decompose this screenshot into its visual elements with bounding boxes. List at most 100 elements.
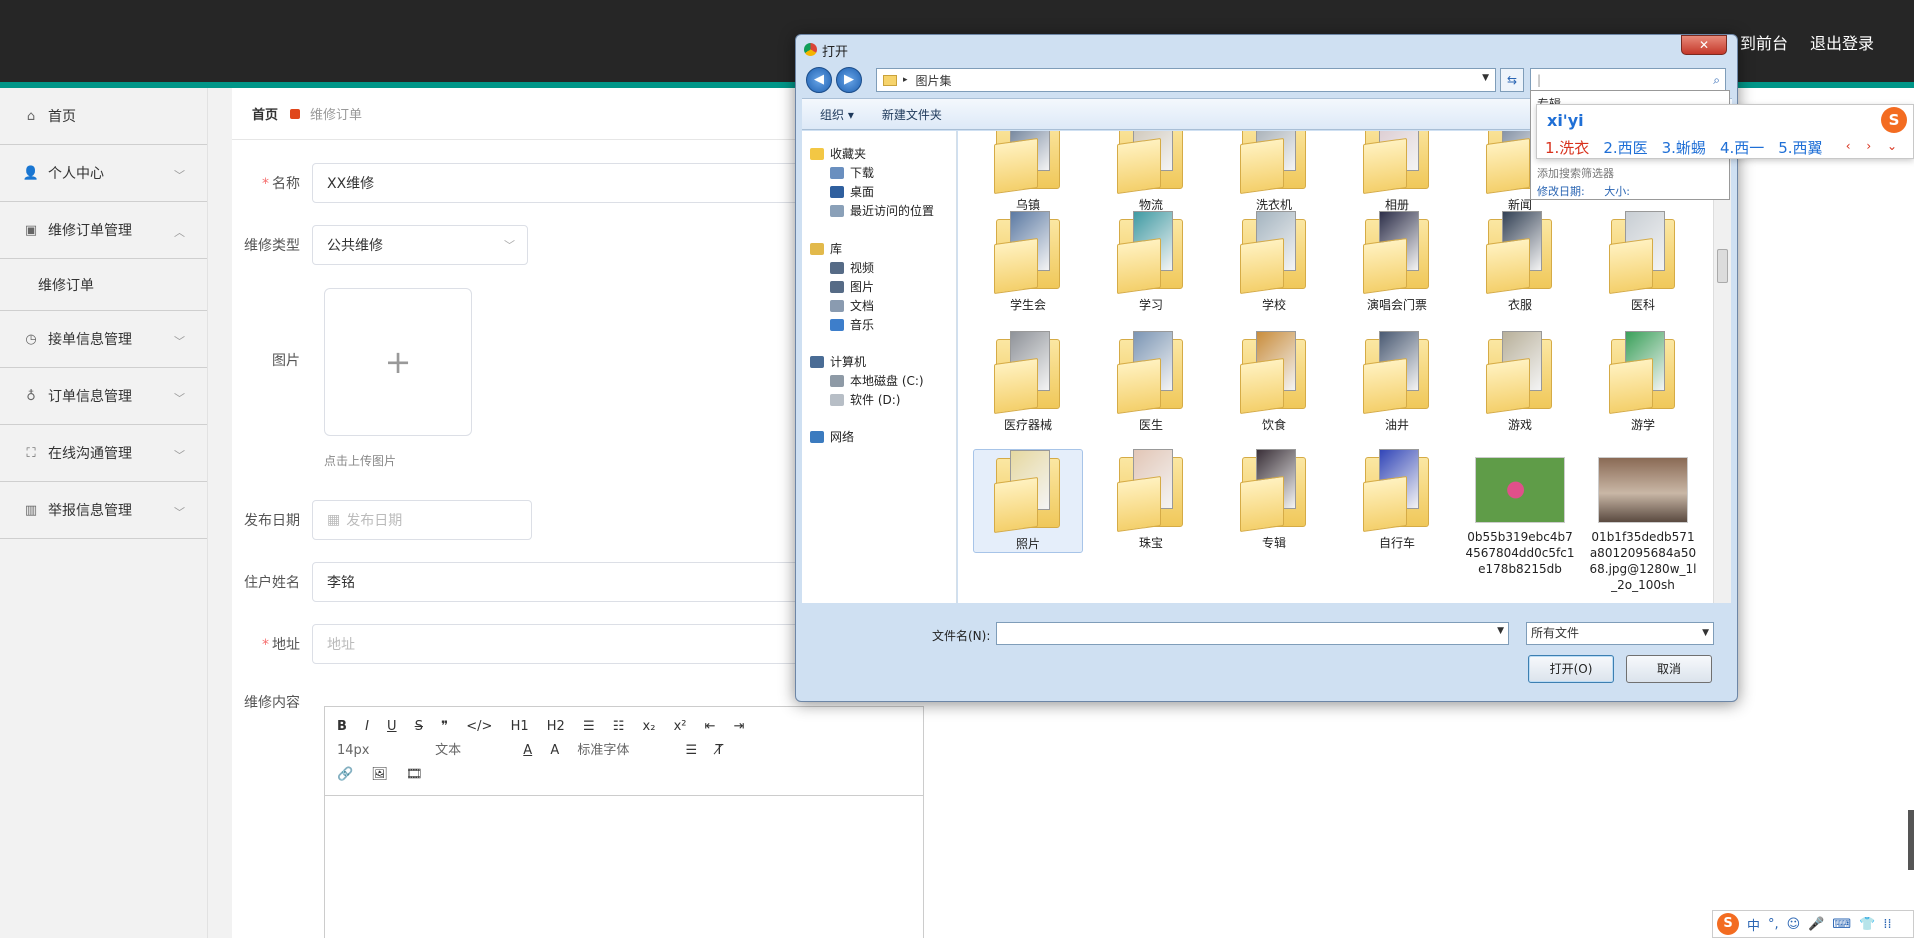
- sidebar-subitem-repair-order[interactable]: 维修订单: [0, 259, 207, 311]
- code-icon[interactable]: </>: [466, 715, 492, 739]
- ime-candidate[interactable]: 5.西翼: [1778, 137, 1822, 158]
- background-color-icon[interactable]: A: [550, 739, 559, 763]
- new-folder-button[interactable]: 新建文件夹: [882, 106, 942, 123]
- strike-icon[interactable]: S: [415, 715, 423, 739]
- sidebar-item-repair-orders[interactable]: ▣ 维修订单管理 ︿: [0, 202, 207, 259]
- folder-item[interactable]: 照片: [973, 449, 1083, 553]
- close-button[interactable]: ✕: [1681, 35, 1727, 55]
- folder-item[interactable]: 油井: [1342, 331, 1452, 433]
- nav-item[interactable]: 音乐: [830, 316, 874, 333]
- indent-icon[interactable]: ⇥: [734, 715, 745, 739]
- bold-icon[interactable]: B: [337, 715, 347, 739]
- italic-icon[interactable]: I: [365, 715, 369, 739]
- ime-menu-icon[interactable]: ⁞⁞: [1883, 917, 1891, 932]
- ime-candidate[interactable]: 4.西一: [1720, 137, 1764, 158]
- ime-candidate[interactable]: 2.西医: [1603, 137, 1647, 158]
- font-family-select[interactable]: 标准字体: [577, 739, 667, 763]
- folder-item[interactable]: 饮食: [1219, 331, 1329, 433]
- sidebar-item-accept-info[interactable]: ◷ 接单信息管理 ﹀: [0, 311, 207, 368]
- folder-item[interactable]: 医疗器械: [973, 331, 1083, 433]
- ime-punctuation-icon[interactable]: °,: [1768, 917, 1779, 932]
- path-segment[interactable]: 图片集: [916, 72, 952, 89]
- link-icon[interactable]: 🔗: [337, 763, 353, 787]
- ime-candidate[interactable]: 3.蜥蜴: [1662, 137, 1706, 158]
- nav-item[interactable]: 桌面: [830, 183, 874, 200]
- ime-voice-icon[interactable]: 🎤: [1808, 917, 1824, 932]
- filter-modified-date[interactable]: 修改日期:: [1537, 185, 1585, 198]
- ime-emoji-icon[interactable]: ☺: [1787, 917, 1801, 932]
- nav-item[interactable]: 图片: [830, 278, 874, 295]
- address-input[interactable]: 地址: [312, 624, 832, 664]
- underline-icon[interactable]: U: [387, 715, 397, 739]
- nav-item[interactable]: 文档: [830, 297, 874, 314]
- back-button[interactable]: ◀: [806, 67, 832, 93]
- ime-keyboard-icon[interactable]: ⌨: [1832, 917, 1851, 932]
- heading1-icon[interactable]: H1: [511, 715, 529, 739]
- scrollbar[interactable]: [1713, 131, 1731, 603]
- sidebar-item-report-info[interactable]: ▥ 举报信息管理 ﹀: [0, 482, 207, 539]
- folder-item[interactable]: 游戏: [1465, 331, 1575, 433]
- nav-item[interactable]: 计算机: [810, 353, 866, 370]
- folder-item[interactable]: 自行车: [1342, 449, 1452, 551]
- sidebar-item-order-info[interactable]: ♁ 订单信息管理 ﹀: [0, 368, 207, 425]
- ime-candidate[interactable]: 1.洗衣: [1545, 137, 1589, 158]
- front-page-link[interactable]: 到前台: [1740, 30, 1788, 54]
- nav-item[interactable]: 最近访问的位置: [830, 202, 934, 219]
- subscript-icon[interactable]: x₂: [643, 715, 656, 739]
- nav-item[interactable]: 收藏夹: [810, 145, 866, 162]
- folder-item[interactable]: 医科: [1588, 211, 1698, 313]
- ime-pager[interactable]: ‹ › ⌄: [1846, 139, 1903, 153]
- folder-item[interactable]: 乌镇: [973, 131, 1083, 213]
- sidebar-item-profile[interactable]: 👤 个人中心 ﹀: [0, 145, 207, 202]
- image-icon[interactable]: 🖼: [371, 763, 388, 787]
- open-button[interactable]: 打开(O): [1528, 655, 1614, 683]
- folder-item[interactable]: 游学: [1588, 331, 1698, 433]
- folder-item[interactable]: 医生: [1096, 331, 1206, 433]
- folder-item[interactable]: 洗衣机: [1219, 131, 1329, 213]
- folder-item[interactable]: 物流: [1096, 131, 1206, 213]
- image-upload-box[interactable]: +: [324, 288, 472, 436]
- nav-item[interactable]: 本地磁盘 (C:): [830, 372, 924, 389]
- nav-item[interactable]: 网络: [810, 428, 854, 445]
- nav-item[interactable]: 视频: [830, 259, 874, 276]
- forward-button[interactable]: ▶: [836, 67, 862, 93]
- page-scrollbar[interactable]: [1908, 810, 1914, 870]
- chevron-down-icon[interactable]: ▼: [1482, 73, 1489, 83]
- search-input[interactable]: | ⌕: [1530, 68, 1726, 92]
- nav-item[interactable]: 下载: [830, 164, 874, 181]
- scrollbar-thumb[interactable]: [1717, 249, 1728, 283]
- folder-item[interactable]: 学习: [1096, 211, 1206, 313]
- outdent-icon[interactable]: ⇤: [705, 715, 716, 739]
- cancel-button[interactable]: 取消: [1626, 655, 1712, 683]
- text-type-select[interactable]: 文本: [435, 739, 505, 763]
- date-picker[interactable]: ▦ 发布日期: [312, 500, 532, 540]
- folder-item[interactable]: 学生会: [973, 211, 1083, 313]
- sidebar-item-online-chat[interactable]: ⛶ 在线沟通管理 ﹀: [0, 425, 207, 482]
- bullet-list-icon[interactable]: ☷: [613, 715, 625, 739]
- folder-item[interactable]: 衣服: [1465, 211, 1575, 313]
- name-input[interactable]: XX维修: [312, 163, 832, 203]
- superscript-icon[interactable]: x²: [674, 715, 687, 739]
- ime-chinese-mode[interactable]: 中: [1747, 915, 1760, 934]
- folder-item[interactable]: 演唱会门票: [1342, 211, 1452, 313]
- image-file-item[interactable]: 0b55b319ebc4b74567804dd0c5fc1e178b8215db: [1465, 457, 1575, 577]
- nav-item[interactable]: 库: [810, 240, 842, 257]
- quote-icon[interactable]: ❞: [441, 715, 448, 739]
- logout-link[interactable]: 退出登录: [1810, 30, 1874, 54]
- ordered-list-icon[interactable]: ☰: [583, 715, 595, 739]
- sidebar-item-home[interactable]: ⌂ 首页: [0, 88, 207, 145]
- chevron-down-icon[interactable]: ▼: [1497, 626, 1504, 636]
- ime-skin-icon[interactable]: 👕: [1859, 917, 1875, 932]
- address-bar[interactable]: ▸ 图片集 ▼: [876, 68, 1496, 92]
- nav-item[interactable]: 软件 (D:): [830, 391, 900, 408]
- align-icon[interactable]: ☰: [686, 739, 698, 763]
- type-select[interactable]: 公共维修 ﹀: [312, 225, 528, 265]
- font-size-select[interactable]: 14px: [337, 739, 417, 763]
- organize-button[interactable]: 组织 ▾: [820, 106, 854, 123]
- video-icon[interactable]: 🎞: [406, 763, 423, 787]
- font-color-icon[interactable]: A: [523, 739, 532, 763]
- refresh-button[interactable]: ⇆: [1500, 68, 1524, 92]
- sogou-logo-icon[interactable]: S: [1717, 913, 1739, 935]
- heading2-icon[interactable]: H2: [547, 715, 565, 739]
- filetype-select[interactable]: 所有文件 ▼: [1526, 622, 1714, 645]
